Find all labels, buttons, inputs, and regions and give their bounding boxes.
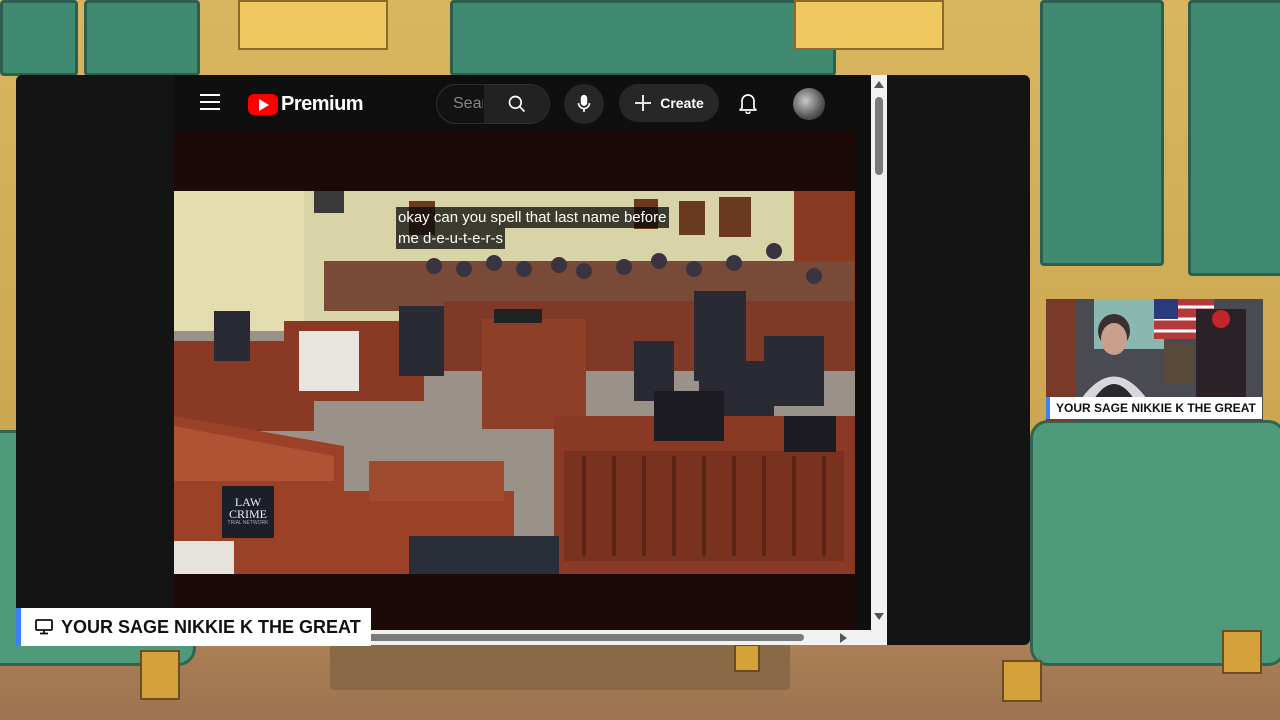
chair-leg xyxy=(1222,630,1262,674)
screen-share-label: YOUR SAGE NIKKIE K THE GREAT xyxy=(16,608,371,646)
youtube-logo-icon xyxy=(248,94,278,115)
create-label: Create xyxy=(660,95,704,111)
horizontal-scroll-thumb[interactable] xyxy=(359,634,804,641)
table-leg xyxy=(734,644,760,672)
chair-leg xyxy=(1002,660,1042,702)
wall-panel xyxy=(1188,0,1280,276)
webcam-feed: YOUR SAGE NIKKIE K THE GREAT xyxy=(1046,299,1263,421)
plus-icon xyxy=(635,95,652,111)
watermark-subtext: TRIAL NETWORK xyxy=(227,520,269,526)
ceiling-lamp xyxy=(238,0,388,50)
avatar[interactable] xyxy=(793,88,825,120)
screen-share-name: YOUR SAGE NIKKIE K THE GREAT xyxy=(61,616,361,637)
bell-icon xyxy=(739,94,757,114)
wall-panel xyxy=(1040,0,1164,266)
video-player[interactable]: okay can you spell that last name before… xyxy=(174,131,855,631)
search-button[interactable] xyxy=(484,85,549,123)
monitor-icon xyxy=(35,619,53,635)
caption-line-2: me d-e-u-t-e-r-s xyxy=(396,228,506,249)
window-curtains xyxy=(450,0,836,76)
caption-line-1: okay can you spell that last name before xyxy=(396,207,669,228)
ceiling-lamp xyxy=(794,0,944,50)
search-icon xyxy=(508,95,525,113)
mic-icon xyxy=(577,94,591,113)
youtube-page: Premium Create xyxy=(174,75,871,645)
scroll-down-arrow-icon[interactable] xyxy=(874,613,884,620)
wall-panel xyxy=(0,0,78,76)
vertical-scroll-thumb[interactable] xyxy=(875,97,883,175)
watermark-line-2: CRIME xyxy=(228,507,267,521)
masthead: Premium Create xyxy=(174,75,871,131)
youtube-logo[interactable]: Premium xyxy=(248,93,364,116)
voice-search-button[interactable] xyxy=(564,84,604,124)
scroll-up-arrow-icon[interactable] xyxy=(874,81,884,88)
search-input[interactable] xyxy=(437,85,483,123)
create-button[interactable]: Create xyxy=(619,84,719,122)
video-frame[interactable]: okay can you spell that last name before… xyxy=(174,191,855,574)
channel-watermark: LAW CRIME TRIAL NETWORK xyxy=(222,486,274,538)
rug xyxy=(330,640,790,690)
scroll-right-arrow-icon[interactable] xyxy=(840,633,847,643)
video-caption: okay can you spell that last name before… xyxy=(396,207,669,249)
chair-leg xyxy=(140,650,180,700)
notifications-button[interactable] xyxy=(734,89,762,117)
vertical-scrollbar[interactable] xyxy=(871,75,887,645)
search-box xyxy=(436,84,550,124)
menu-icon[interactable] xyxy=(200,94,220,112)
webcam-label: YOUR SAGE NIKKIE K THE GREAT xyxy=(1046,397,1262,419)
shared-browser-window: Premium Create xyxy=(16,75,1030,645)
wall-panel xyxy=(84,0,200,76)
brand-text: Premium xyxy=(281,93,364,115)
